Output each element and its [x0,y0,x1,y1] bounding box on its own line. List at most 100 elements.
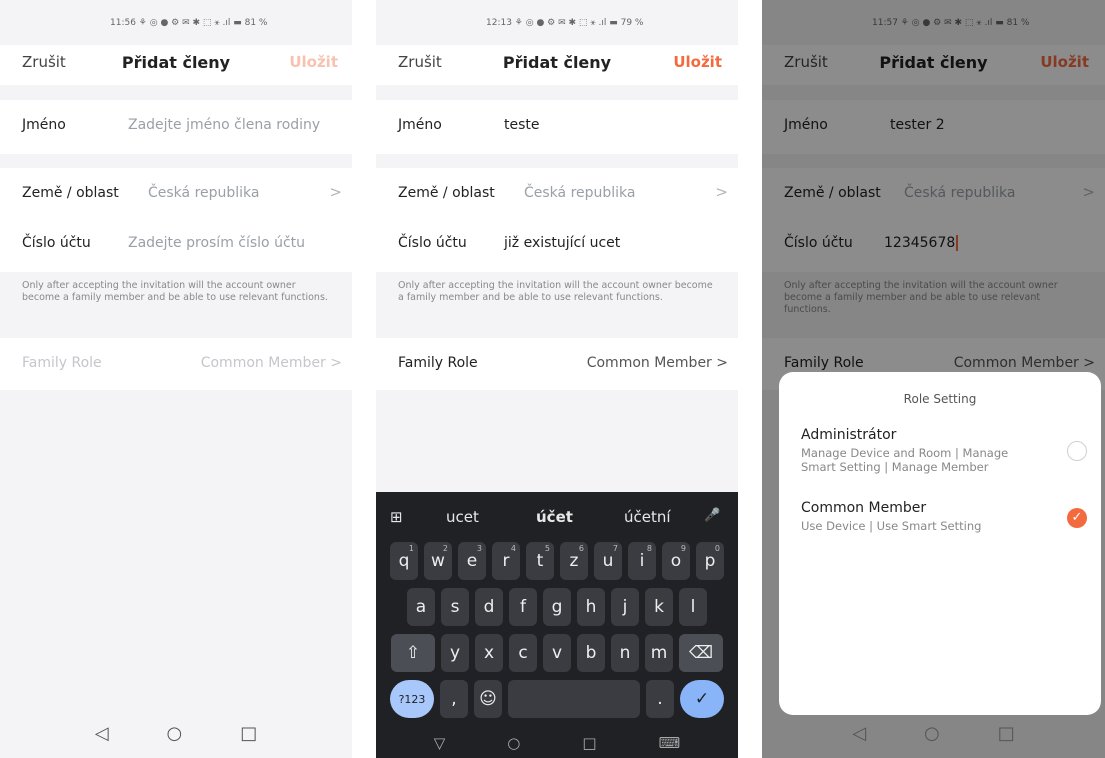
key-row-2: asdfghjkl [382,588,732,626]
key-row-1: q1w2e3r4t5z6u7i8o9p0 [382,542,732,580]
home-icon[interactable]: ○ [167,723,183,744]
role-option-common-member[interactable]: Common Member Use Device | Use Smart Set… [801,500,1087,533]
account-input[interactable]: již existující ucet [504,235,620,251]
key-u[interactable]: u7 [594,542,622,580]
family-role-label: Family Role [398,355,478,371]
key-row-4: ?123 , ☺ . ✓ [382,680,732,718]
key-t[interactable]: t5 [526,542,554,580]
key-n[interactable]: n [611,634,639,672]
chevron-right-icon: > [329,183,342,201]
radio-checked-icon[interactable]: ✓ [1067,508,1087,528]
period-key[interactable]: . [646,680,674,718]
key-h[interactable]: h [577,588,605,626]
screen-add-member-empty: 11:56 ⚘ ◎ ● ⚙ ✉ ✱ ⬚ ⚹ .ıl ▬ 81 % Zrušit … [0,0,352,758]
space-key[interactable] [508,680,640,718]
recents-icon[interactable]: □ [582,734,596,752]
role-setting-sheet: Role Setting Administrátor Manage Device… [779,372,1101,715]
key-s[interactable]: s [441,588,469,626]
country-row[interactable]: Země / oblast Česká republika > [376,168,738,222]
suggestion-3[interactable]: účetní [624,508,671,526]
account-label: Číslo účtu [22,235,91,251]
screen-add-member-keyboard: 12:13 ⚘ ◎ ● ⚙ ✉ ✱ ⬚ ⚹ .ıl ▬ 79 % Zrušit … [376,0,738,758]
name-row[interactable]: Jméno teste [376,100,738,154]
numbers-key[interactable]: ?123 [390,680,434,718]
key-q[interactable]: q1 [390,542,418,580]
key-j[interactable]: j [611,588,639,626]
key-i[interactable]: i8 [628,542,656,580]
suggestion-bar: ⊞ ucet účet účetní 🎤 [376,502,738,532]
top-nav: Zrušit Přidat členy Uložit [376,45,738,85]
role-option-desc: Manage Device and Room | Manage Smart Se… [801,446,1009,474]
account-row[interactable]: Číslo účtu již existující ucet [376,218,738,272]
suggestion-2[interactable]: účet [536,508,573,526]
home-icon[interactable]: ○ [507,734,520,752]
key-b[interactable]: b [577,634,605,672]
family-role-row[interactable]: Family Role Common Member > [0,338,352,390]
role-option-name: Common Member [801,500,927,516]
cancel-button[interactable]: Zrušit [22,53,66,71]
key-m[interactable]: m [645,634,673,672]
system-nav-bar: ◁ ○ □ [0,708,352,758]
country-row[interactable]: Země / oblast Česká republika > [0,168,352,222]
shift-key[interactable]: ⇧ [391,634,435,672]
key-x[interactable]: x [475,634,503,672]
key-number-hint: 8 [646,544,652,553]
role-option-administrator[interactable]: Administrátor Manage Device and Room | M… [801,427,1087,474]
key-number-hint: 7 [612,544,618,553]
account-input[interactable]: Zadejte prosím číslo účtu [128,235,305,251]
enter-key[interactable]: ✓ [680,680,724,718]
name-input[interactable]: Zadejte jméno člena rodiny [128,117,320,133]
key-number-hint: 1 [408,544,414,553]
emoji-key[interactable]: ☺ [474,680,502,718]
comma-key[interactable]: , [440,680,468,718]
name-row[interactable]: Jméno Zadejte jméno člena rodiny [0,100,352,154]
top-nav: Zrušit Přidat členy Uložit [0,45,352,85]
invitation-note: Only after accepting the invitation will… [22,280,328,303]
family-role-row[interactable]: Family Role Common Member > [376,338,738,390]
hide-keyboard-icon[interactable]: ▽ [434,734,446,752]
key-o[interactable]: o9 [662,542,690,580]
name-input[interactable]: teste [504,117,540,133]
invitation-note: Only after accepting the invitation will… [398,280,713,303]
backspace-key[interactable]: ⌫ [679,634,723,672]
key-g[interactable]: g [543,588,571,626]
key-r[interactable]: r4 [492,542,520,580]
key-number-hint: 4 [510,544,516,553]
account-row[interactable]: Číslo účtu Zadejte prosím číslo účtu [0,218,352,272]
country-label: Země / oblast [22,185,119,201]
key-f[interactable]: f [509,588,537,626]
soft-keyboard: ⊞ ucet účet účetní 🎤 q1w2e3r4t5z6u7i8o9p… [376,492,738,758]
key-p[interactable]: p0 [696,542,724,580]
key-number-hint: 2 [442,544,448,553]
key-number-hint: 3 [476,544,482,553]
country-label: Země / oblast [398,185,495,201]
key-v[interactable]: v [543,634,571,672]
recents-icon[interactable]: □ [240,723,257,744]
key-l[interactable]: l [679,588,707,626]
save-button[interactable]: Uložit [289,53,338,71]
role-option-desc: Use Device | Use Smart Setting [801,519,982,533]
key-d[interactable]: d [475,588,503,626]
radio-unselected-icon[interactable] [1067,441,1087,461]
apps-grid-icon[interactable]: ⊞ [390,508,403,526]
key-a[interactable]: a [407,588,435,626]
family-role-label: Family Role [22,355,102,371]
letter-keys: yxcvbnm [441,634,673,672]
key-k[interactable]: k [645,588,673,626]
country-value: Česká republika [524,185,636,201]
key-z[interactable]: z6 [560,542,588,580]
cancel-button[interactable]: Zrušit [398,53,442,71]
name-label: Jméno [22,117,66,133]
key-e[interactable]: e3 [458,542,486,580]
microphone-icon[interactable]: 🎤 [704,508,720,523]
key-y[interactable]: y [441,634,469,672]
suggestion-1[interactable]: ucet [446,508,479,526]
country-value: Česká republika [148,185,260,201]
status-bar: 12:13 ⚘ ◎ ● ⚙ ✉ ✱ ⬚ ⚹ .ıl ▬ 79 % [486,18,644,28]
family-role-value: Common Member > [200,355,342,371]
save-button[interactable]: Uložit [673,53,722,71]
keyboard-switch-icon[interactable]: ⌨ [659,734,681,752]
back-icon[interactable]: ◁ [95,723,109,744]
key-w[interactable]: w2 [424,542,452,580]
key-c[interactable]: c [509,634,537,672]
